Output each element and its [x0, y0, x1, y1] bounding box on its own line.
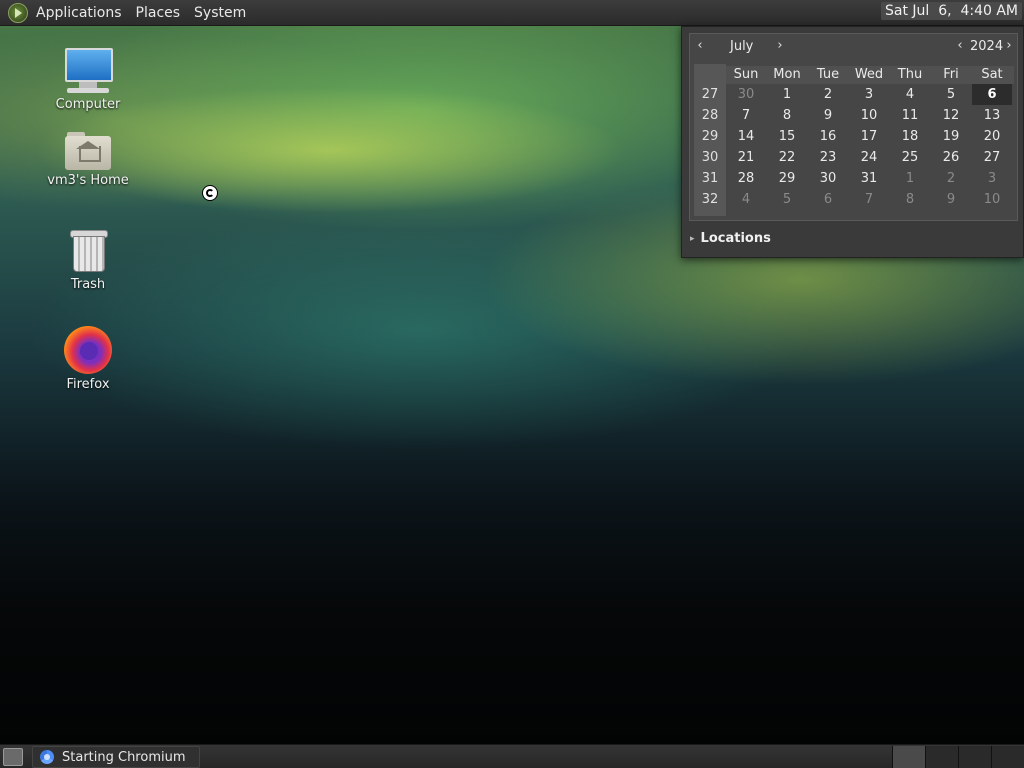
calendar-day[interactable]: 24: [849, 147, 889, 168]
weekday-header-cell: Thu: [897, 67, 923, 82]
calendar-day[interactable]: 1: [767, 84, 807, 105]
calendar-day[interactable]: 8: [890, 189, 930, 210]
calendar-day[interactable]: 5: [767, 189, 807, 210]
calendar-day[interactable]: 3: [849, 84, 889, 105]
calendar-day[interactable]: 29: [767, 168, 807, 189]
calendar-nav: ‹ July › ‹ 2024 ›: [690, 34, 1017, 60]
desktop-icon-label: Computer: [55, 97, 121, 112]
show-desktop-icon[interactable]: [3, 748, 23, 766]
week-number: 29: [701, 129, 719, 144]
applications-menu[interactable]: Applications: [36, 5, 122, 21]
week-number: 31: [701, 171, 719, 186]
next-month-button[interactable]: ›: [772, 37, 788, 55]
calendar-day[interactable]: 16: [808, 126, 848, 147]
locations-expander[interactable]: ▸ Locations: [690, 231, 771, 246]
home-folder-icon: [65, 130, 111, 170]
calendar-day[interactable]: 6: [972, 84, 1012, 105]
calendar-day[interactable]: 11: [890, 105, 930, 126]
system-menu[interactable]: System: [194, 5, 246, 21]
desktop-icon-home[interactable]: vm3's Home: [33, 130, 143, 188]
calendar-day[interactable]: 20: [972, 126, 1012, 147]
calendar-day[interactable]: 12: [931, 105, 971, 126]
calendar-day[interactable]: 21: [726, 147, 766, 168]
calendar-day[interactable]: 31: [849, 168, 889, 189]
calendar-day[interactable]: 18: [890, 126, 930, 147]
desktop-icon-label: Firefox: [66, 377, 110, 392]
expander-arrow-icon: ▸: [690, 234, 695, 244]
weekday-header-cell: Sun: [733, 67, 759, 82]
week-number: 28: [701, 108, 719, 123]
calendar-day[interactable]: 30: [726, 84, 766, 105]
calendar-day[interactable]: 3: [972, 168, 1012, 189]
bottom-panel: Starting Chromium: [0, 744, 1024, 768]
weekday-header: Sun Mon Tue Wed Thu Fri Sat: [726, 66, 1014, 84]
desktop-icon-computer[interactable]: Computer: [33, 46, 143, 112]
calendar-grid: Sun Mon Tue Wed Thu Fri Sat 27 28 29 30 31 32 30 1 2 3 4…: [694, 64, 1014, 216]
calendar-day[interactable]: 9: [808, 105, 848, 126]
prev-month-button[interactable]: ‹: [692, 37, 708, 55]
calendar-day[interactable]: 4: [890, 84, 930, 105]
calendar-day[interactable]: 23: [808, 147, 848, 168]
calendar-day[interactable]: 30: [808, 168, 848, 189]
desktop-icon-label: Trash: [70, 277, 106, 292]
calendar-day[interactable]: 1: [890, 168, 930, 189]
calendar-day[interactable]: 7: [849, 189, 889, 210]
top-panel: Applications Places System Sat Jul 6, 4:…: [0, 0, 1024, 26]
desktop-icon-trash[interactable]: Trash: [33, 226, 143, 292]
workspace-button[interactable]: [958, 746, 991, 768]
workspace-button[interactable]: [991, 746, 1024, 768]
month-label: July: [730, 39, 754, 54]
calendar-day[interactable]: 17: [849, 126, 889, 147]
calendar-day[interactable]: 6: [808, 189, 848, 210]
calendar-day[interactable]: 13: [972, 105, 1012, 126]
calendar-day[interactable]: 10: [972, 189, 1012, 210]
distro-logo-icon[interactable]: [8, 2, 28, 23]
calendar-day[interactable]: 2: [808, 84, 848, 105]
chromium-icon: [40, 750, 54, 764]
places-menu[interactable]: Places: [136, 5, 181, 21]
calendar-popup: ‹ July › ‹ 2024 › Sun Mon Tue Wed Thu Fri Sat …: [681, 26, 1024, 258]
calendar-day[interactable]: 9: [931, 189, 971, 210]
trash-icon: [68, 226, 108, 274]
calendar-day[interactable]: 2: [931, 168, 971, 189]
taskbar-item-chromium[interactable]: Starting Chromium: [32, 746, 200, 768]
week-number: 30: [701, 150, 719, 165]
weekday-header-cell: Wed: [854, 67, 884, 82]
desktop-icon-label: vm3's Home: [47, 173, 129, 188]
workspace-button[interactable]: [892, 746, 925, 768]
week-number: 27: [701, 87, 719, 102]
calendar-day[interactable]: 26: [931, 147, 971, 168]
computer-icon: [63, 46, 113, 94]
next-year-button[interactable]: ›: [1001, 37, 1017, 55]
week-number: 32: [701, 192, 719, 207]
weekday-header-cell: Mon: [773, 67, 801, 82]
busy-cursor-icon: [202, 185, 218, 201]
taskbar-item-label: Starting Chromium: [62, 749, 186, 765]
firefox-icon: [64, 326, 112, 374]
locations-label: Locations: [700, 231, 771, 246]
desktop-icon-firefox[interactable]: Firefox: [33, 326, 143, 392]
calendar-day[interactable]: 7: [726, 105, 766, 126]
workspace-switcher: [892, 746, 1024, 768]
weekday-header-cell: Fri: [943, 67, 959, 82]
year-label: 2024: [970, 39, 1004, 54]
workspace-button[interactable]: [925, 746, 958, 768]
calendar-day[interactable]: 15: [767, 126, 807, 147]
calendar-day[interactable]: 4: [726, 189, 766, 210]
calendar-widget: ‹ July › ‹ 2024 › Sun Mon Tue Wed Thu Fri Sat …: [689, 33, 1018, 221]
calendar-day[interactable]: 8: [767, 105, 807, 126]
calendar-day[interactable]: 19: [931, 126, 971, 147]
calendar-day[interactable]: 22: [767, 147, 807, 168]
calendar-day[interactable]: 14: [726, 126, 766, 147]
calendar-day[interactable]: 25: [890, 147, 930, 168]
calendar-day[interactable]: 28: [726, 168, 766, 189]
calendar-day[interactable]: 27: [972, 147, 1012, 168]
clock[interactable]: Sat Jul 6, 4:40 AM: [881, 2, 1022, 20]
calendar-day[interactable]: 5: [931, 84, 971, 105]
prev-year-button[interactable]: ‹: [952, 37, 968, 55]
weekday-header-cell: Sat: [981, 67, 1003, 82]
weekday-header-cell: Tue: [816, 67, 840, 82]
calendar-day[interactable]: 10: [849, 105, 889, 126]
